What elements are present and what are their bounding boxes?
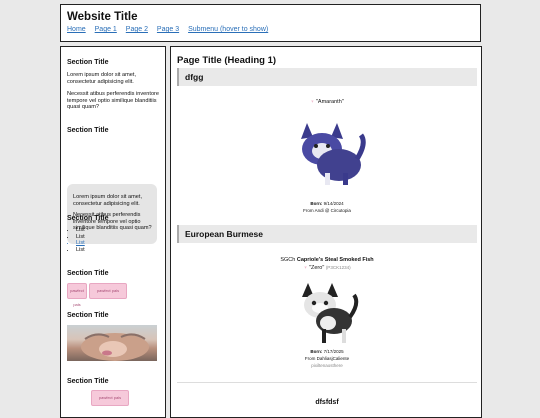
list-item: List: [76, 247, 85, 254]
nav-page-2[interactable]: Page 2: [126, 26, 148, 33]
section-heading: dfgg: [177, 68, 477, 86]
cat-pixel-art: [302, 283, 359, 343]
section-heading: European Burmese: [177, 225, 477, 243]
pet-prefix: SGCh: [280, 257, 296, 263]
pet-image: [177, 277, 477, 347]
born-line: Born: 9/14/2024: [177, 201, 477, 207]
pet-name-line: ♀ "Zero" (P3CK1234): [177, 265, 477, 271]
gender-icon: ♀: [303, 265, 308, 271]
list-item: List: [76, 234, 85, 241]
badge-button[interactable]: pawfect pals: [91, 390, 129, 406]
badge-button[interactable]: pawfect pals: [67, 283, 87, 307]
list-item: List: [76, 227, 85, 234]
pet-name: "Amaranth": [315, 99, 344, 105]
born-date: 9/14/2024: [323, 201, 344, 206]
pet-full-name: Capriole's Steal Smoked Fish: [296, 257, 374, 263]
born-line: Born: 7/17/2025: [177, 349, 477, 355]
pet-name-line: ♀ "Amaranth": [177, 99, 477, 105]
badge-button[interactable]: pawfect pals: [89, 283, 127, 299]
sidebar: Section Title Lorem ipsum dolor sit amet…: [60, 46, 166, 418]
page-title: Page Title (Heading 1): [177, 55, 277, 66]
sidebar-text: Necessit atibus perferendis inventore te…: [67, 91, 160, 111]
born-label: Born:: [310, 201, 323, 206]
breeder-from: From Andi @ Circutopia: [303, 208, 351, 213]
sidebar-callout-text: Lorem ipsum dolor sit amet, consectetur …: [73, 194, 143, 207]
born-label: Born:: [310, 349, 323, 354]
sidebar-section-title: Section Title: [67, 378, 109, 385]
sidebar-section-title: Section Title: [67, 127, 109, 134]
sidebar-text: Lorem ipsum dolor sit amet, consectetur …: [67, 72, 137, 85]
site-title: Website Title: [67, 11, 138, 23]
nav-page-1[interactable]: Page 1: [95, 26, 117, 33]
cat-photo: [67, 325, 157, 361]
cat-photo-art: [81, 333, 149, 361]
nav-home[interactable]: Home: [67, 26, 86, 33]
sidebar-section-title: Section Title: [67, 215, 109, 222]
cat-pixel-art: [301, 123, 366, 185]
breeder-from: From DahliasjCaliente: [304, 356, 350, 361]
divider: [177, 382, 477, 383]
nav-page-3[interactable]: Page 3: [157, 26, 179, 33]
gender-icon: ♀: [310, 99, 315, 105]
pet-id: (P3CK1234): [325, 265, 351, 270]
main-content: Page Title (Heading 1) dfgg ♀ "Amaranth"…: [170, 46, 482, 418]
born-date: 7/17/2025: [323, 349, 344, 354]
sidebar-section-title: Section Title: [67, 270, 109, 277]
sidebar-section-title: Section Title: [67, 312, 109, 319]
pet-name: "Zero": [309, 265, 325, 271]
list-item-link[interactable]: List: [76, 240, 85, 247]
site-header: Website Title Home Page 1 Page 2 Page 3 …: [60, 4, 481, 42]
main-nav: Home Page 1 Page 2 Page 3 Submenu (hover…: [67, 26, 275, 33]
pet-image: [177, 113, 477, 191]
pet-title-line: SGCh Capriole's Steal Smoked Fish: [177, 257, 477, 263]
sidebar-section-title: Section Title: [67, 59, 109, 66]
sidebar-list: List List List List: [67, 227, 85, 253]
nav-submenu[interactable]: Submenu (hover to show): [188, 26, 268, 33]
breeder-extra: pixiltenaosthere: [311, 363, 343, 368]
